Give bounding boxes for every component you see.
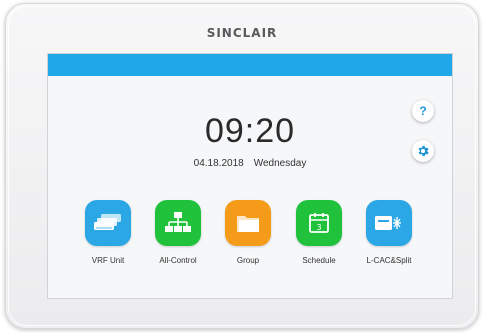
help-button[interactable]: ?: [412, 100, 434, 122]
touch-screen: 09:20 04.18.2018 Wednesday ? VRF Unit Al…: [47, 53, 453, 299]
date-text: 04.18.2018: [193, 158, 244, 169]
tile-vrf-unit[interactable]: VRF Unit: [73, 200, 143, 265]
tile-label: Group: [236, 256, 260, 265]
tile-group[interactable]: Group: [213, 200, 283, 265]
tile-all-control-button[interactable]: [155, 200, 201, 246]
ac-split-icon: [375, 216, 401, 230]
svg-text:3: 3: [316, 223, 321, 232]
weekday-text: Wednesday: [253, 158, 307, 169]
tile-schedule-button[interactable]: 3: [296, 200, 342, 246]
brand-logo: SINCLAIR: [206, 26, 278, 40]
settings-button[interactable]: [412, 140, 434, 162]
calendar-icon: 3: [309, 213, 329, 233]
date-line: 04.18.2018 Wednesday: [48, 158, 452, 169]
clock-time: 09:20: [204, 112, 296, 150]
tile-all-control[interactable]: All-Control: [143, 200, 213, 265]
folder-icon: [237, 216, 259, 232]
tile-label: Schedule: [302, 256, 336, 265]
tile-vrf-unit-button[interactable]: [85, 200, 131, 246]
tile-group-button[interactable]: [225, 200, 271, 246]
tile-l-cac-split-button[interactable]: [366, 200, 412, 246]
thermostat-panel: SINCLAIR 09:20 04.18.2018 Wednesday ? VR…: [5, 3, 479, 329]
tile-schedule[interactable]: 3 Schedule: [284, 200, 354, 265]
question-icon: ?: [419, 104, 427, 118]
main-menu: VRF Unit All-Control Group 3 Schedule L-…: [48, 200, 452, 280]
tile-l-cac-split[interactable]: L-CAC&Split: [354, 200, 424, 265]
indoor-units-icon: [94, 214, 121, 230]
status-bar: [48, 54, 452, 76]
tile-label: L-CAC&Split: [366, 256, 412, 265]
tile-label: All-Control: [159, 256, 197, 265]
tile-label: VRF Unit: [91, 256, 125, 265]
gear-icon: [418, 145, 429, 157]
hierarchy-icon: [165, 212, 191, 232]
